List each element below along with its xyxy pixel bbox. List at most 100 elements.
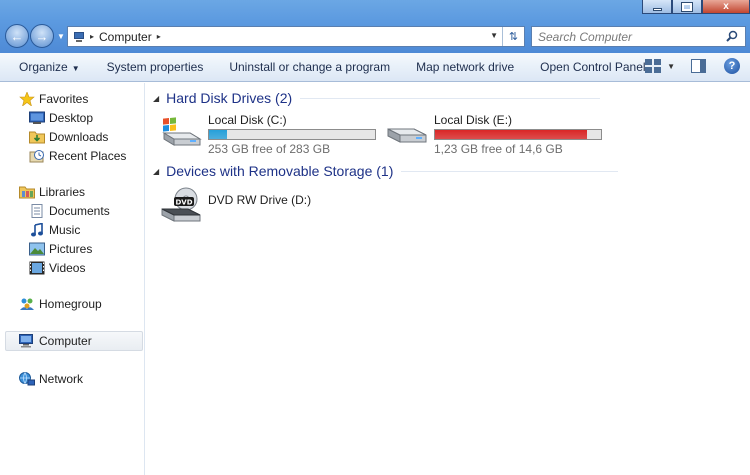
chevron-down-icon: ▼ <box>71 64 80 73</box>
change-view-icon[interactable] <box>645 59 662 73</box>
pictures-icon <box>29 242 45 255</box>
nav-label: Homegroup <box>39 296 102 311</box>
nav-desktop[interactable]: Desktop <box>29 108 93 127</box>
drive-free-space: 253 GB free of 283 GB <box>208 142 331 156</box>
nav-label: Recent Places <box>49 148 127 163</box>
breadcrumb-computer[interactable]: Computer <box>99 30 152 44</box>
collapse-triangle-icon[interactable]: ◢ <box>153 94 159 103</box>
close-button[interactable]: x <box>702 0 750 14</box>
command-bar: Organize ▼ System properties Uninstall or… <box>0 53 750 82</box>
navigation-buttons: ← → ▼ <box>5 24 67 48</box>
drive-d[interactable]: DVD DVD RW Drive (D:) <box>160 187 311 225</box>
nav-recent-places[interactable]: Recent Places <box>29 146 126 165</box>
nav-label: Libraries <box>39 184 86 199</box>
nav-libraries[interactable]: Libraries <box>19 182 85 201</box>
windows-drive-icon <box>162 117 202 146</box>
nav-homegroup[interactable]: Homegroup <box>19 294 102 313</box>
content-pane: ◢ Hard Disk Drives (2) Local Disk (C:) 2… <box>146 83 750 475</box>
maximize-icon <box>681 1 693 12</box>
nav-computer[interactable]: Computer <box>19 331 92 350</box>
nav-label: Videos <box>49 260 86 275</box>
maximize-button[interactable] <box>672 0 702 14</box>
dvd-drive-icon: DVD <box>161 187 201 222</box>
drive-name: DVD RW Drive (D:) <box>208 193 312 207</box>
group-title: Hard Disk Drives (2) <box>166 90 293 106</box>
drive-info: DVD RW Drive (D:) <box>208 187 311 225</box>
computer-icon <box>73 31 85 42</box>
drive-info: Local Disk (E:) 1,23 GB free of 14,6 GB <box>434 113 602 156</box>
organize-label: Organize <box>19 60 68 74</box>
nav-network[interactable]: Network <box>19 369 83 388</box>
forward-arrow-icon: → <box>35 28 49 44</box>
nav-label: Favorites <box>39 91 89 106</box>
nav-pictures[interactable]: Pictures <box>29 239 92 258</box>
refresh-icon: ⇅ <box>508 31 519 43</box>
recent-pages-dropdown[interactable]: ▼ <box>57 32 67 41</box>
window-controls: x <box>642 0 750 14</box>
recent-places-icon <box>29 149 44 162</box>
uninstall-program-button[interactable]: Uninstall or change a program <box>229 60 390 74</box>
organize-button[interactable]: Organize ▼ <box>19 60 80 74</box>
search-box[interactable] <box>531 26 746 47</box>
preview-pane-icon[interactable] <box>691 59 706 73</box>
back-arrow-icon: ← <box>10 28 24 44</box>
address-bar[interactable]: ▸ Computer ▸ ▼ ⇅ <box>67 26 525 47</box>
drive-usage-bar <box>434 129 602 140</box>
group-header-removable-storage[interactable]: ◢ Devices with Removable Storage (1) <box>153 163 619 179</box>
search-input[interactable] <box>538 29 718 44</box>
computer-icon <box>19 333 33 347</box>
homegroup-icon <box>20 298 34 310</box>
minimize-button[interactable] <box>642 0 672 14</box>
drive-usage-fill <box>209 130 227 139</box>
collapse-triangle-icon[interactable]: ◢ <box>153 167 159 176</box>
open-control-panel-button[interactable]: Open Control Panel <box>540 60 645 74</box>
drive-e[interactable]: Local Disk (E:) 1,23 GB free of 14,6 GB <box>386 113 602 156</box>
nav-label: Network <box>39 371 84 386</box>
nav-label: Computer <box>39 333 92 348</box>
drive-name: Local Disk (E:) <box>434 113 513 127</box>
back-button[interactable]: ← <box>5 24 29 48</box>
forward-button[interactable]: → <box>30 24 54 48</box>
nav-label: Downloads <box>49 129 109 144</box>
drive-usage-bar <box>208 129 376 140</box>
nav-label: Documents <box>49 203 110 218</box>
nav-downloads[interactable]: Downloads <box>29 127 108 146</box>
title-bar: x ← → ▼ ▸ Computer ▸ ▼ ⇅ <box>0 0 750 53</box>
nav-documents[interactable]: Documents <box>29 201 110 220</box>
desktop-icon <box>29 111 45 124</box>
system-properties-button[interactable]: System properties <box>107 60 204 74</box>
nav-music[interactable]: Music <box>29 220 80 239</box>
nav-favorites[interactable]: Favorites <box>19 89 88 108</box>
nav-label: Music <box>49 222 81 237</box>
downloads-folder-icon <box>29 131 45 143</box>
network-icon <box>19 371 35 385</box>
view-controls: ▼ ? <box>645 58 740 74</box>
drive-name: Local Disk (C:) <box>208 113 287 127</box>
nav-label: Pictures <box>49 241 93 256</box>
videos-icon <box>29 261 45 274</box>
close-icon: x <box>723 0 729 12</box>
hard-drive-icon <box>387 128 427 143</box>
libraries-icon <box>19 186 35 198</box>
help-button[interactable]: ? <box>724 58 740 74</box>
group-divider <box>401 170 619 172</box>
minimize-icon <box>652 7 662 11</box>
search-icon[interactable] <box>726 30 738 42</box>
group-header-hard-disk-drives[interactable]: ◢ Hard Disk Drives (2) <box>153 90 601 106</box>
group-title: Devices with Removable Storage (1) <box>166 163 394 179</box>
breadcrumb-separator[interactable]: ▸ <box>90 32 94 41</box>
refresh-button[interactable]: ⇅ <box>502 27 524 46</box>
music-icon <box>31 222 43 236</box>
navigation-pane: Favorites Desktop Downloads Recent Place… <box>0 83 145 475</box>
drive-c[interactable]: Local Disk (C:) 253 GB free of 283 GB <box>160 113 376 156</box>
address-dropdown-icon[interactable]: ▼ <box>490 31 498 40</box>
breadcrumb-separator[interactable]: ▸ <box>157 32 161 41</box>
group-divider <box>300 97 601 99</box>
map-network-drive-button[interactable]: Map network drive <box>416 60 514 74</box>
dvd-label: DVD <box>175 199 192 207</box>
drive-free-space: 1,23 GB free of 14,6 GB <box>434 142 563 156</box>
drive-usage-fill <box>435 130 588 139</box>
documents-icon <box>31 203 43 218</box>
view-options-dropdown[interactable]: ▼ <box>667 62 675 71</box>
nav-videos[interactable]: Videos <box>29 258 85 277</box>
